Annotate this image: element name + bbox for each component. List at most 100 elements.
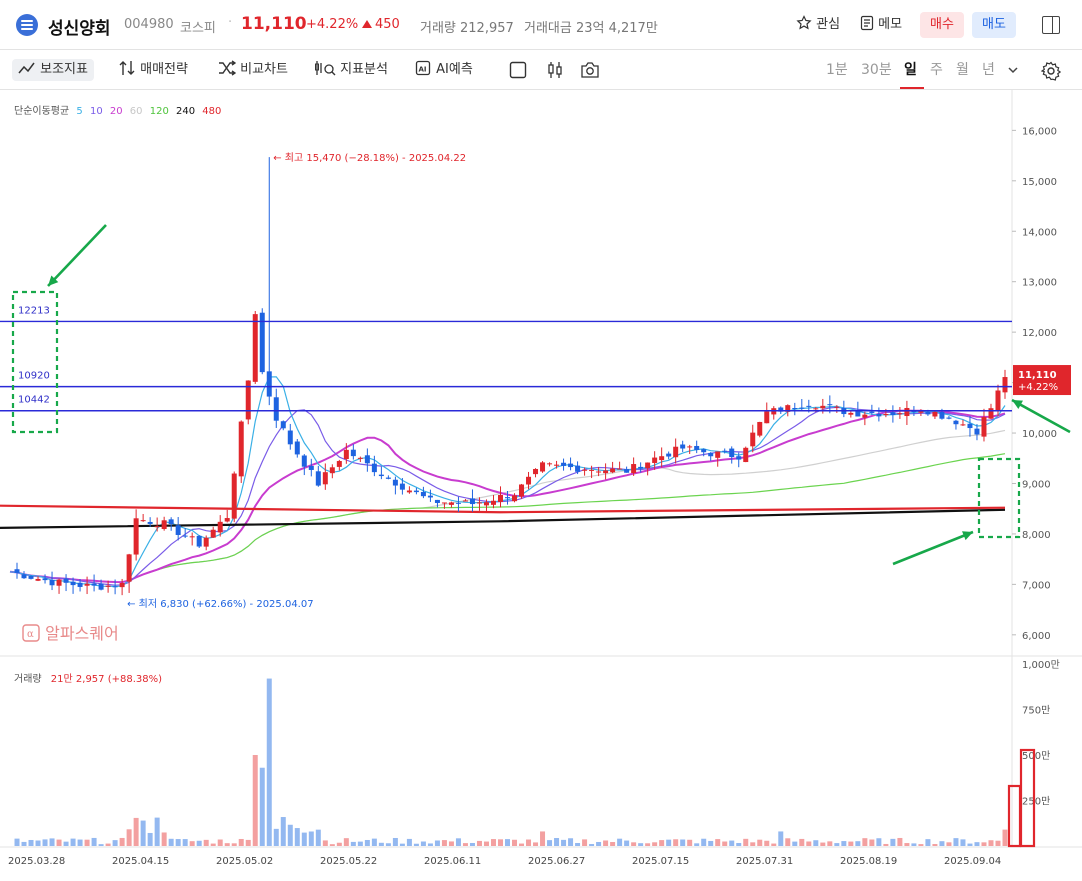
square-draw-icon[interactable] xyxy=(509,61,527,79)
volume-bar xyxy=(652,842,658,846)
trade-amount-text: 거래대금 23억 4,217만 xyxy=(524,21,658,36)
memo-button[interactable]: 메모 xyxy=(860,12,902,38)
period-year[interactable]: 년 xyxy=(982,59,995,81)
strategy-button[interactable]: 매매전략 xyxy=(118,59,188,81)
candle-body xyxy=(175,525,181,535)
favorite-button[interactable]: 관심 xyxy=(796,12,840,38)
volume-bar xyxy=(568,838,574,846)
candle-body xyxy=(77,582,83,587)
period-day[interactable]: 일 xyxy=(904,59,917,81)
x-tick-label: 2025.06.11 xyxy=(424,856,481,867)
chart-area[interactable]: 16,00015,00014,00013,00012,00011,00010,0… xyxy=(0,90,1082,881)
y-tick-label: 15,000 xyxy=(1022,177,1057,188)
period-selected-underline xyxy=(900,87,924,89)
period-week[interactable]: 주 xyxy=(930,59,943,81)
period-30min[interactable]: 30분 xyxy=(861,59,892,81)
chart-toolbar: 보조지표 매매전략 비교차트 지표분석 AI AI예측 1분 30분 일 주 월… xyxy=(0,50,1082,90)
candle-body xyxy=(399,483,405,490)
volume-tick-label: 500만 xyxy=(1022,750,1050,762)
candle-body xyxy=(960,424,966,426)
volume-bar xyxy=(238,838,244,846)
high-annotation: ← 최고 15,470 (−28.18%) - 2025.04.22 xyxy=(273,152,466,164)
camera-icon[interactable] xyxy=(580,61,599,79)
candle-body xyxy=(715,451,721,458)
volume-bar xyxy=(827,841,833,846)
indicator-chart-icon xyxy=(18,62,35,74)
volume-bar xyxy=(189,841,195,846)
volume-bar xyxy=(540,831,546,846)
period-month[interactable]: 월 xyxy=(956,59,969,81)
volume-bar xyxy=(441,840,447,846)
candle-body xyxy=(84,583,90,586)
candle-body xyxy=(764,411,770,424)
period-1min[interactable]: 1분 xyxy=(826,59,848,81)
annotation-arrow-bottom xyxy=(892,530,974,566)
volume-bar xyxy=(98,844,104,846)
candle-body xyxy=(21,574,27,579)
volume-bar xyxy=(750,842,756,846)
ai-predict-button[interactable]: AI AI예측 xyxy=(414,59,473,81)
candle-body xyxy=(1002,377,1008,393)
volume-bar xyxy=(371,838,377,846)
volume-bar xyxy=(224,843,230,846)
candle-body xyxy=(561,462,567,466)
candle-body xyxy=(974,428,980,435)
volume-bar xyxy=(252,755,258,846)
volume-bar xyxy=(175,839,181,846)
compare-button[interactable]: 비교차트 xyxy=(218,59,288,81)
volume-bar xyxy=(869,839,875,846)
price-chart[interactable]: 16,00015,00014,00013,00012,00011,00010,0… xyxy=(0,90,1082,881)
indicators-button[interactable]: 보조지표 xyxy=(12,59,94,81)
level-label-10920: 10920 xyxy=(18,371,50,382)
stock-name[interactable]: 성신양회 xyxy=(48,14,111,39)
volume-bar xyxy=(203,839,209,846)
sell-button[interactable]: 매도 xyxy=(972,12,1016,38)
candle-body xyxy=(168,519,174,525)
volume-bar xyxy=(554,838,560,846)
candle-body xyxy=(988,408,994,419)
volume-bar xyxy=(462,843,468,846)
volume-bar xyxy=(168,838,174,846)
candle-body xyxy=(505,497,510,499)
candle-type-icon[interactable] xyxy=(546,61,564,79)
side-panel-toggle-icon[interactable] xyxy=(1042,16,1060,34)
candle-body xyxy=(519,484,525,497)
candle-body xyxy=(287,430,293,445)
y-tick-label: 12,000 xyxy=(1022,328,1057,339)
volume-bar xyxy=(140,820,146,846)
ai-predict-label: AI예측 xyxy=(436,62,473,77)
chevron-down-icon[interactable] xyxy=(1006,61,1024,79)
candle-body xyxy=(946,417,952,419)
candle-body xyxy=(231,473,237,519)
volume-bar xyxy=(63,841,69,846)
volume-legend: 거래량 21만 2,957 (+88.38%) xyxy=(14,670,162,685)
up-triangle-icon xyxy=(362,20,372,28)
candle-body xyxy=(329,467,335,474)
candle-body xyxy=(610,468,616,473)
buy-button[interactable]: 매수 xyxy=(920,12,964,38)
volume-bar xyxy=(126,829,132,846)
candle-body xyxy=(848,412,854,415)
volume-bar xyxy=(322,840,328,846)
volume-bar xyxy=(427,843,433,846)
volume-bar xyxy=(505,839,510,846)
y-tick-label: 8,000 xyxy=(1022,530,1051,541)
ma-legend-60: 60 xyxy=(129,106,143,117)
volume-bar xyxy=(715,839,721,846)
volume-text: 거래량 212,957 xyxy=(420,21,514,36)
candle-body xyxy=(56,579,62,586)
candle-body xyxy=(133,518,139,555)
candle-body xyxy=(364,455,370,464)
ma-legend-480: 480 xyxy=(202,106,222,117)
volume-bar xyxy=(476,840,482,846)
gear-icon[interactable] xyxy=(1040,61,1062,81)
volume-bar xyxy=(364,839,370,846)
candle-body xyxy=(98,583,104,590)
volume-bar xyxy=(904,843,910,846)
volume-bar xyxy=(217,839,223,846)
analysis-button[interactable]: 지표분석 xyxy=(314,59,388,81)
candle-body xyxy=(63,578,69,583)
volume-bar xyxy=(967,843,973,846)
ma-legend: 단순이동평균 5 10 20 60 120 240 480 xyxy=(14,102,225,117)
candle-body xyxy=(455,502,461,504)
